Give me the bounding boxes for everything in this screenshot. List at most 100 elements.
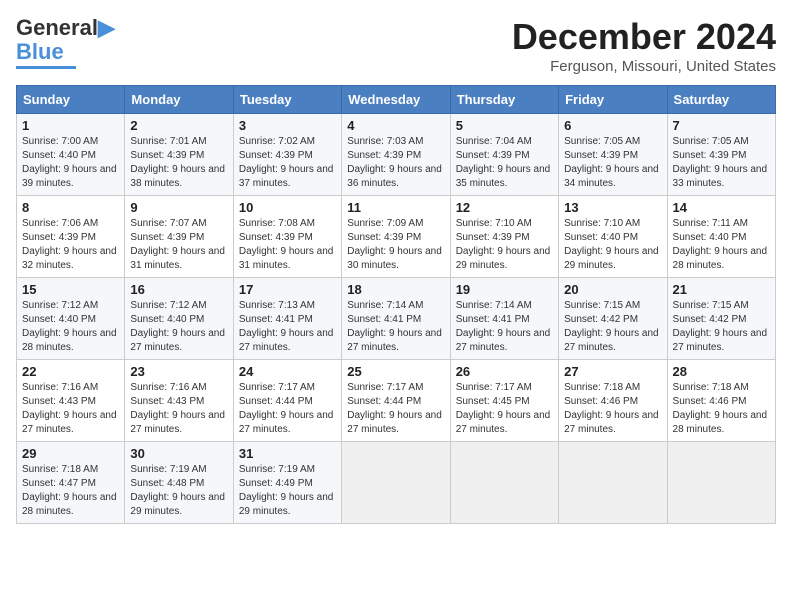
calendar-cell: 15 Sunrise: 7:12 AM Sunset: 4:40 PM Dayl… bbox=[17, 278, 125, 360]
calendar-cell: 1 Sunrise: 7:00 AM Sunset: 4:40 PM Dayli… bbox=[17, 114, 125, 196]
calendar-cell: 21 Sunrise: 7:15 AM Sunset: 4:42 PM Dayl… bbox=[667, 278, 775, 360]
day-info: Sunrise: 7:17 AM Sunset: 4:45 PM Dayligh… bbox=[456, 381, 553, 437]
day-number: 20 bbox=[564, 282, 661, 297]
day-info: Sunrise: 7:04 AM Sunset: 4:39 PM Dayligh… bbox=[456, 135, 553, 191]
day-info: Sunrise: 7:15 AM Sunset: 4:42 PM Dayligh… bbox=[564, 299, 661, 355]
day-number: 21 bbox=[673, 282, 770, 297]
weekday-header-sunday: Sunday bbox=[17, 86, 125, 114]
day-number: 27 bbox=[564, 364, 661, 379]
day-number: 1 bbox=[22, 118, 119, 133]
day-info: Sunrise: 7:17 AM Sunset: 4:44 PM Dayligh… bbox=[347, 381, 444, 437]
day-info: Sunrise: 7:06 AM Sunset: 4:39 PM Dayligh… bbox=[22, 217, 119, 273]
day-info: Sunrise: 7:02 AM Sunset: 4:39 PM Dayligh… bbox=[239, 135, 336, 191]
calendar-cell: 17 Sunrise: 7:13 AM Sunset: 4:41 PM Dayl… bbox=[233, 278, 341, 360]
calendar-cell: 7 Sunrise: 7:05 AM Sunset: 4:39 PM Dayli… bbox=[667, 114, 775, 196]
weekday-header-thursday: Thursday bbox=[450, 86, 558, 114]
day-number: 22 bbox=[22, 364, 119, 379]
day-info: Sunrise: 7:18 AM Sunset: 4:46 PM Dayligh… bbox=[673, 381, 770, 437]
calendar-cell: 12 Sunrise: 7:10 AM Sunset: 4:39 PM Dayl… bbox=[450, 196, 558, 278]
logo-blue-text: Blue bbox=[16, 40, 64, 64]
calendar-cell: 10 Sunrise: 7:08 AM Sunset: 4:39 PM Dayl… bbox=[233, 196, 341, 278]
weekday-header-tuesday: Tuesday bbox=[233, 86, 341, 114]
weekday-header-wednesday: Wednesday bbox=[342, 86, 450, 114]
day-number: 18 bbox=[347, 282, 444, 297]
logo-text: General▶ bbox=[16, 16, 115, 40]
day-info: Sunrise: 7:12 AM Sunset: 4:40 PM Dayligh… bbox=[22, 299, 119, 355]
day-info: Sunrise: 7:19 AM Sunset: 4:48 PM Dayligh… bbox=[130, 463, 227, 519]
day-number: 7 bbox=[673, 118, 770, 133]
calendar-cell: 4 Sunrise: 7:03 AM Sunset: 4:39 PM Dayli… bbox=[342, 114, 450, 196]
calendar-cell: 27 Sunrise: 7:18 AM Sunset: 4:46 PM Dayl… bbox=[559, 360, 667, 442]
day-number: 19 bbox=[456, 282, 553, 297]
weekday-header-friday: Friday bbox=[559, 86, 667, 114]
calendar-cell: 6 Sunrise: 7:05 AM Sunset: 4:39 PM Dayli… bbox=[559, 114, 667, 196]
day-info: Sunrise: 7:18 AM Sunset: 4:47 PM Dayligh… bbox=[22, 463, 119, 519]
calendar-cell: 9 Sunrise: 7:07 AM Sunset: 4:39 PM Dayli… bbox=[125, 196, 233, 278]
day-number: 2 bbox=[130, 118, 227, 133]
day-info: Sunrise: 7:19 AM Sunset: 4:49 PM Dayligh… bbox=[239, 463, 336, 519]
calendar-cell: 8 Sunrise: 7:06 AM Sunset: 4:39 PM Dayli… bbox=[17, 196, 125, 278]
calendar-cell: 28 Sunrise: 7:18 AM Sunset: 4:46 PM Dayl… bbox=[667, 360, 775, 442]
logo: General▶ Blue bbox=[16, 16, 115, 69]
day-info: Sunrise: 7:16 AM Sunset: 4:43 PM Dayligh… bbox=[130, 381, 227, 437]
calendar-cell: 13 Sunrise: 7:10 AM Sunset: 4:40 PM Dayl… bbox=[559, 196, 667, 278]
calendar-cell: 23 Sunrise: 7:16 AM Sunset: 4:43 PM Dayl… bbox=[125, 360, 233, 442]
day-number: 13 bbox=[564, 200, 661, 215]
day-number: 26 bbox=[456, 364, 553, 379]
day-info: Sunrise: 7:05 AM Sunset: 4:39 PM Dayligh… bbox=[564, 135, 661, 191]
day-number: 30 bbox=[130, 446, 227, 461]
calendar-table: SundayMondayTuesdayWednesdayThursdayFrid… bbox=[16, 85, 776, 524]
calendar-cell: 31 Sunrise: 7:19 AM Sunset: 4:49 PM Dayl… bbox=[233, 442, 341, 524]
calendar-cell bbox=[342, 442, 450, 524]
title-area: December 2024 Ferguson, Missouri, United… bbox=[512, 16, 776, 75]
day-number: 12 bbox=[456, 200, 553, 215]
calendar-cell: 20 Sunrise: 7:15 AM Sunset: 4:42 PM Dayl… bbox=[559, 278, 667, 360]
day-info: Sunrise: 7:14 AM Sunset: 4:41 PM Dayligh… bbox=[456, 299, 553, 355]
calendar-cell: 30 Sunrise: 7:19 AM Sunset: 4:48 PM Dayl… bbox=[125, 442, 233, 524]
day-number: 14 bbox=[673, 200, 770, 215]
day-info: Sunrise: 7:07 AM Sunset: 4:39 PM Dayligh… bbox=[130, 217, 227, 273]
day-info: Sunrise: 7:08 AM Sunset: 4:39 PM Dayligh… bbox=[239, 217, 336, 273]
day-number: 10 bbox=[239, 200, 336, 215]
day-number: 23 bbox=[130, 364, 227, 379]
day-number: 6 bbox=[564, 118, 661, 133]
day-number: 4 bbox=[347, 118, 444, 133]
weekday-header-monday: Monday bbox=[125, 86, 233, 114]
day-info: Sunrise: 7:05 AM Sunset: 4:39 PM Dayligh… bbox=[673, 135, 770, 191]
calendar-cell: 2 Sunrise: 7:01 AM Sunset: 4:39 PM Dayli… bbox=[125, 114, 233, 196]
day-info: Sunrise: 7:17 AM Sunset: 4:44 PM Dayligh… bbox=[239, 381, 336, 437]
day-info: Sunrise: 7:00 AM Sunset: 4:40 PM Dayligh… bbox=[22, 135, 119, 191]
day-info: Sunrise: 7:14 AM Sunset: 4:41 PM Dayligh… bbox=[347, 299, 444, 355]
day-info: Sunrise: 7:16 AM Sunset: 4:43 PM Dayligh… bbox=[22, 381, 119, 437]
day-info: Sunrise: 7:11 AM Sunset: 4:40 PM Dayligh… bbox=[673, 217, 770, 273]
day-number: 3 bbox=[239, 118, 336, 133]
day-number: 11 bbox=[347, 200, 444, 215]
day-number: 28 bbox=[673, 364, 770, 379]
calendar-cell: 19 Sunrise: 7:14 AM Sunset: 4:41 PM Dayl… bbox=[450, 278, 558, 360]
day-number: 25 bbox=[347, 364, 444, 379]
calendar-cell: 22 Sunrise: 7:16 AM Sunset: 4:43 PM Dayl… bbox=[17, 360, 125, 442]
calendar-cell: 3 Sunrise: 7:02 AM Sunset: 4:39 PM Dayli… bbox=[233, 114, 341, 196]
calendar-cell: 25 Sunrise: 7:17 AM Sunset: 4:44 PM Dayl… bbox=[342, 360, 450, 442]
day-info: Sunrise: 7:10 AM Sunset: 4:39 PM Dayligh… bbox=[456, 217, 553, 273]
calendar-cell: 14 Sunrise: 7:11 AM Sunset: 4:40 PM Dayl… bbox=[667, 196, 775, 278]
calendar-cell: 26 Sunrise: 7:17 AM Sunset: 4:45 PM Dayl… bbox=[450, 360, 558, 442]
day-info: Sunrise: 7:13 AM Sunset: 4:41 PM Dayligh… bbox=[239, 299, 336, 355]
day-number: 29 bbox=[22, 446, 119, 461]
calendar-cell bbox=[559, 442, 667, 524]
day-number: 15 bbox=[22, 282, 119, 297]
day-number: 8 bbox=[22, 200, 119, 215]
calendar-cell: 5 Sunrise: 7:04 AM Sunset: 4:39 PM Dayli… bbox=[450, 114, 558, 196]
day-number: 16 bbox=[130, 282, 227, 297]
page-header: General▶ Blue December 2024 Ferguson, Mi… bbox=[16, 16, 776, 75]
day-info: Sunrise: 7:03 AM Sunset: 4:39 PM Dayligh… bbox=[347, 135, 444, 191]
day-info: Sunrise: 7:10 AM Sunset: 4:40 PM Dayligh… bbox=[564, 217, 661, 273]
day-number: 17 bbox=[239, 282, 336, 297]
calendar-cell bbox=[450, 442, 558, 524]
calendar-cell: 29 Sunrise: 7:18 AM Sunset: 4:47 PM Dayl… bbox=[17, 442, 125, 524]
calendar-cell: 11 Sunrise: 7:09 AM Sunset: 4:39 PM Dayl… bbox=[342, 196, 450, 278]
day-number: 31 bbox=[239, 446, 336, 461]
location-title: Ferguson, Missouri, United States bbox=[512, 58, 776, 75]
weekday-header-saturday: Saturday bbox=[667, 86, 775, 114]
calendar-cell bbox=[667, 442, 775, 524]
